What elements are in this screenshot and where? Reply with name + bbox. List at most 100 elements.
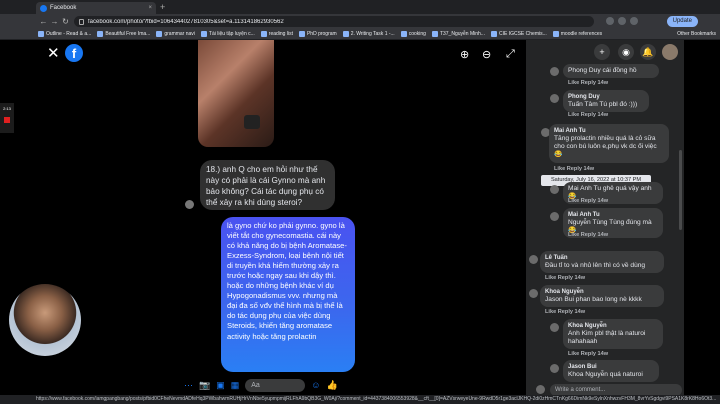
reload-icon[interactable]: ↻ [60, 17, 71, 26]
address-bar-row: ← → ↻ facebook.com/photo/?fbid=106434402… [0, 14, 720, 29]
comment-actions[interactable]: Like Reply 14w [568, 112, 608, 118]
comment-actions[interactable]: Like Reply 14w [568, 232, 608, 238]
comment-input[interactable]: Write a comment... [550, 384, 682, 395]
bookmark-item[interactable]: Tài liệu tập luyện c... [200, 31, 255, 37]
bookmark-icon [260, 31, 267, 37]
photo-viewer: ✕ f ⊕ ⊖ ⤢ 18.) anh Q cho em hỏi như thế … [36, 40, 526, 395]
tab-close-icon[interactable]: × [148, 5, 152, 11]
comments-panel: + ◉ 🔔 Phong Duy cái đồng hồ Like Reply 1… [526, 40, 684, 395]
shared-photo [198, 40, 274, 147]
update-button[interactable]: Update [666, 16, 698, 27]
comment-author[interactable]: Mai Anh Tu [554, 127, 664, 135]
comment-author[interactable]: Khoa Nguyễn [545, 288, 659, 296]
comment-actions[interactable]: Like Reply 14w [568, 80, 608, 86]
message-composer: ⋯ 📷 ▣ ▦ Aa ☺ 👍 [184, 377, 374, 393]
comment-text: Phong Duy cái đồng hồ [568, 67, 637, 74]
comment-author[interactable]: Jason Bui [568, 363, 654, 371]
bookmark-item[interactable]: T37_Nguyễn Minh... [431, 31, 485, 37]
zoom-out-icon[interactable]: ⊖ [482, 48, 491, 61]
watch-image [244, 115, 260, 129]
recording-timer: 2:13 [3, 106, 11, 111]
panel-header: + ◉ 🔔 [526, 40, 684, 64]
other-bookmarks[interactable]: Other Bookmarks [677, 31, 716, 37]
extension-icon[interactable] [618, 17, 626, 25]
received-message: 18.) anh Q cho em hỏi như thế này có phả… [200, 160, 335, 210]
forward-icon[interactable]: → [49, 17, 60, 26]
like-icon[interactable]: 👍 [326, 380, 337, 391]
comment-bubble: Mai Anh Tu Tăng prolactin nhiều quá là c… [549, 124, 669, 163]
notifications-icon[interactable]: 🔔 [640, 44, 656, 60]
close-icon[interactable]: ✕ [47, 46, 60, 61]
comment-actions[interactable]: Like Reply 14w [568, 351, 608, 357]
comment-actions[interactable]: Like Reply 14w [554, 166, 594, 172]
comment-text: Khoa Nguyễn quá naturoi [568, 371, 643, 378]
avatar [550, 364, 559, 373]
emoji-icon[interactable]: ☺ [311, 380, 320, 390]
bookmark-icon [342, 31, 349, 37]
bookmark-item[interactable]: moodle references [552, 31, 602, 37]
avatar [529, 289, 538, 298]
comment-bubble: Phong Duy Tuấn Tâm Tú pbl đó :))) [563, 90, 649, 113]
comment-author[interactable]: Mai Anh Tu [568, 211, 658, 219]
avatar [536, 385, 545, 394]
extension-icon[interactable] [606, 17, 614, 25]
bookmark-item[interactable]: 2. Writing Task 1 -... [342, 31, 395, 37]
bookmark-item[interactable]: CIE IGCSE Chemis... [490, 31, 547, 37]
sender-avatar [185, 200, 194, 209]
url-text: facebook.com/photo/?fbid=106434402781030… [88, 18, 284, 25]
bookmark-icon [400, 31, 407, 37]
facebook-favicon-icon [40, 4, 47, 12]
page-right-margin [684, 40, 720, 395]
tab-facebook[interactable]: Facebook × [36, 2, 156, 14]
fullscreen-icon[interactable]: ⤢ [506, 48, 515, 61]
bookmark-icon [298, 31, 305, 37]
bookmark-item[interactable]: grammar navi [156, 31, 195, 37]
sticker-icon[interactable]: ▣ [216, 380, 225, 391]
bookmark-icon [552, 31, 559, 37]
message-input[interactable]: Aa [245, 378, 306, 392]
comment-actions[interactable]: Like Reply 14w [568, 198, 608, 204]
zoom-in-icon[interactable]: ⊕ [460, 48, 469, 61]
status-bar-url: https://www.facebook.com/iamgpangbang/po… [0, 395, 720, 404]
comment-actions[interactable]: Like Reply 14w [545, 309, 585, 315]
bookmark-item[interactable]: reading list [260, 31, 293, 37]
create-icon[interactable]: + [594, 44, 610, 60]
comment-author[interactable]: Lê Tuấn [545, 254, 659, 262]
camera-icon[interactable]: 📷 [199, 380, 210, 391]
comment-bubble: Jason Bui Khoa Nguyễn quá naturoi [563, 360, 659, 383]
comment-actions[interactable]: Like Reply 14w [545, 275, 585, 281]
facebook-logo-icon[interactable]: f [65, 44, 83, 62]
avatar[interactable] [662, 44, 678, 60]
back-icon[interactable]: ← [38, 17, 49, 26]
url-bar[interactable]: facebook.com/photo/?fbid=106434402781030… [74, 16, 594, 27]
bookmarks-bar: Outline - Read & a... Beautiful Free Ima… [0, 29, 720, 40]
comment-bubble: Khoa Nguyễn Jason Bui phan bao long nè k… [540, 285, 664, 308]
stop-recording-icon[interactable] [4, 117, 10, 123]
browser-tab-bar: Facebook × + [0, 0, 720, 14]
bookmark-item[interactable]: cooking [400, 31, 426, 37]
comment-bubble: Khoa Nguyễn Anh Kim pbl thật là naturoi … [563, 319, 663, 350]
comment-text: Anh Kim pbl thật là naturoi hahahaah [568, 330, 646, 346]
bookmark-icon [431, 31, 438, 37]
comment-author[interactable]: Khoa Nguyễn [568, 322, 658, 330]
avatar [550, 323, 559, 332]
recording-widget[interactable]: 2:13 [0, 103, 14, 133]
new-tab-button[interactable]: + [160, 2, 165, 12]
webcam-overlay [9, 284, 81, 356]
comment-bubble: Lê Tuấn Đầu tỉ to và nhủ lên thì có về d… [540, 251, 664, 274]
messenger-icon[interactable]: ◉ [618, 44, 634, 60]
sent-message: là gyno chứ ko phải gynno. gyno là viết … [221, 217, 355, 372]
lock-icon [79, 18, 84, 25]
bookmark-icon [97, 31, 104, 37]
bookmark-item[interactable]: Beautiful Free Ima... [97, 31, 150, 37]
comment-author[interactable]: Phong Duy [568, 93, 644, 101]
comment-bubble: Phong Duy cái đồng hồ [563, 64, 659, 79]
scrollbar-thumb[interactable] [679, 150, 682, 230]
bookmark-item[interactable]: Outline - Read & a... [38, 31, 91, 37]
comment-text: Tăng prolactin nhiều quá là cỏ sữa cho c… [554, 135, 657, 159]
bookmark-item[interactable]: PhD program [298, 31, 337, 37]
extension-icon[interactable] [630, 17, 638, 25]
more-options-icon[interactable]: ⋯ [184, 380, 193, 391]
comment-text: Tuấn Tâm Tú pbl đó :))) [568, 101, 638, 108]
gif-icon[interactable]: ▦ [231, 380, 240, 391]
